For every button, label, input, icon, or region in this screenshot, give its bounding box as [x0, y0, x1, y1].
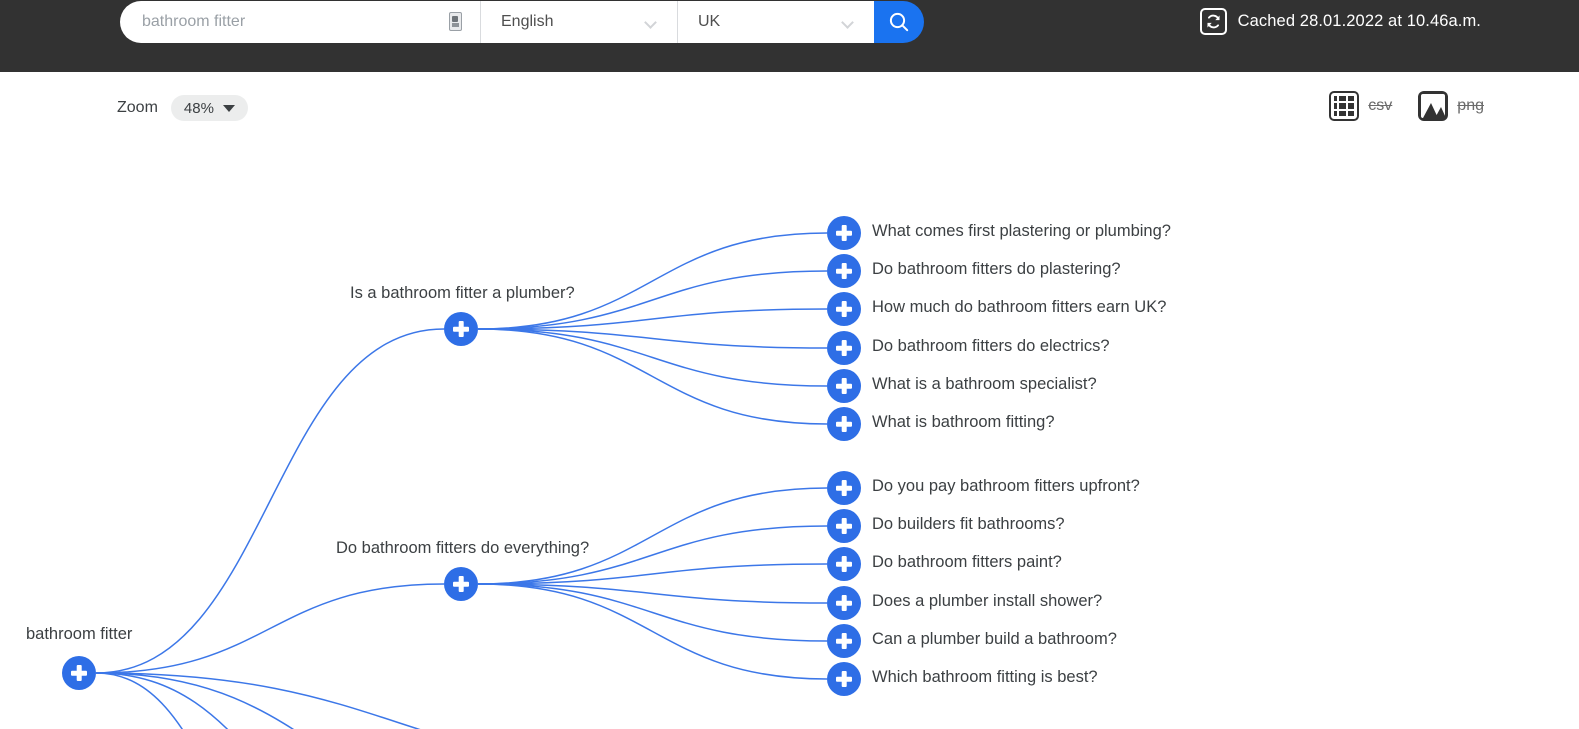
search-icon: [889, 12, 909, 32]
leaf-node-label-1-1: Do builders fit bathrooms?: [872, 515, 1065, 533]
chevron-down-icon: [644, 16, 657, 29]
leaf-node-label-0-4: What is a bathroom specialist?: [872, 375, 1097, 393]
leaf-node-1-2[interactable]: [827, 547, 861, 581]
tree-edges: [95, 232, 828, 729]
leaf-node-label-1-3: Does a plumber install shower?: [872, 592, 1103, 610]
branch-node-1[interactable]: [444, 567, 478, 601]
language-select[interactable]: English: [480, 1, 677, 43]
refresh-icon[interactable]: [1199, 8, 1227, 35]
leaf-node-label-1-2: Do bathroom fitters paint?: [872, 553, 1062, 571]
leaf-node-0-1[interactable]: [827, 254, 861, 288]
leaf-node-label-0-3: Do bathroom fitters do electrics?: [872, 337, 1110, 355]
leaf-node-0-2[interactable]: [827, 292, 861, 326]
search-button[interactable]: [874, 1, 924, 43]
chevron-down-icon: [841, 16, 854, 29]
leaf-node-label-0-1: Do bathroom fitters do plastering?: [872, 260, 1121, 278]
leaf-node-0-5[interactable]: [827, 407, 861, 441]
leaf-node-label-1-5: Which bathroom fitting is best?: [872, 668, 1098, 686]
leaf-node-1-5[interactable]: [827, 662, 861, 696]
leaf-node-label-1-4: Can a plumber build a bathroom?: [872, 630, 1117, 648]
leaf-node-1-1[interactable]: [827, 509, 861, 543]
search-input[interactable]: [120, 2, 420, 42]
root-node[interactable]: [62, 656, 96, 690]
cache-status-text: Cached 28.01.2022 at 10.46a.m.: [1237, 12, 1481, 30]
root-node-label: bathroom fitter: [26, 625, 133, 643]
leaf-node-label-0-5: What is bathroom fitting?: [872, 413, 1055, 431]
leaf-node-label-0-2: How much do bathroom fitters earn UK?: [872, 298, 1167, 316]
search-field-wrapper: [120, 1, 480, 43]
leaf-node-1-0[interactable]: [827, 471, 861, 505]
leaf-node-1-4[interactable]: [827, 624, 861, 658]
leaf-node-0-3[interactable]: [827, 331, 861, 365]
keyword-tree: bathroom fitter Is a bathroom fitter a pl…: [0, 72, 1579, 729]
language-select-value: English: [501, 13, 554, 30]
top-bar: English UK Cached 28.01.2022 at 10.46a.m…: [0, 0, 1579, 72]
branch-node-label-1: Do bathroom fitters do everything?: [336, 539, 590, 557]
cache-status[interactable]: Cached 28.01.2022 at 10.46a.m.: [1199, 8, 1481, 35]
leaf-node-label-0-0: What comes first plastering or plumbing?: [872, 222, 1171, 240]
branch-node-0[interactable]: [444, 312, 478, 346]
branch-node-label-0: Is a bathroom fitter a plumber?: [350, 284, 575, 302]
country-select[interactable]: UK: [677, 1, 874, 43]
search-cluster: English UK: [120, 1, 924, 43]
leaf-node-0-0[interactable]: [827, 216, 861, 250]
leaf-node-1-3[interactable]: [827, 586, 861, 620]
country-select-value: UK: [698, 13, 721, 30]
paste-icon[interactable]: [449, 12, 462, 31]
leaf-node-0-4[interactable]: [827, 369, 861, 403]
leaf-node-label-1-0: Do you pay bathroom fitters upfront?: [872, 477, 1140, 495]
